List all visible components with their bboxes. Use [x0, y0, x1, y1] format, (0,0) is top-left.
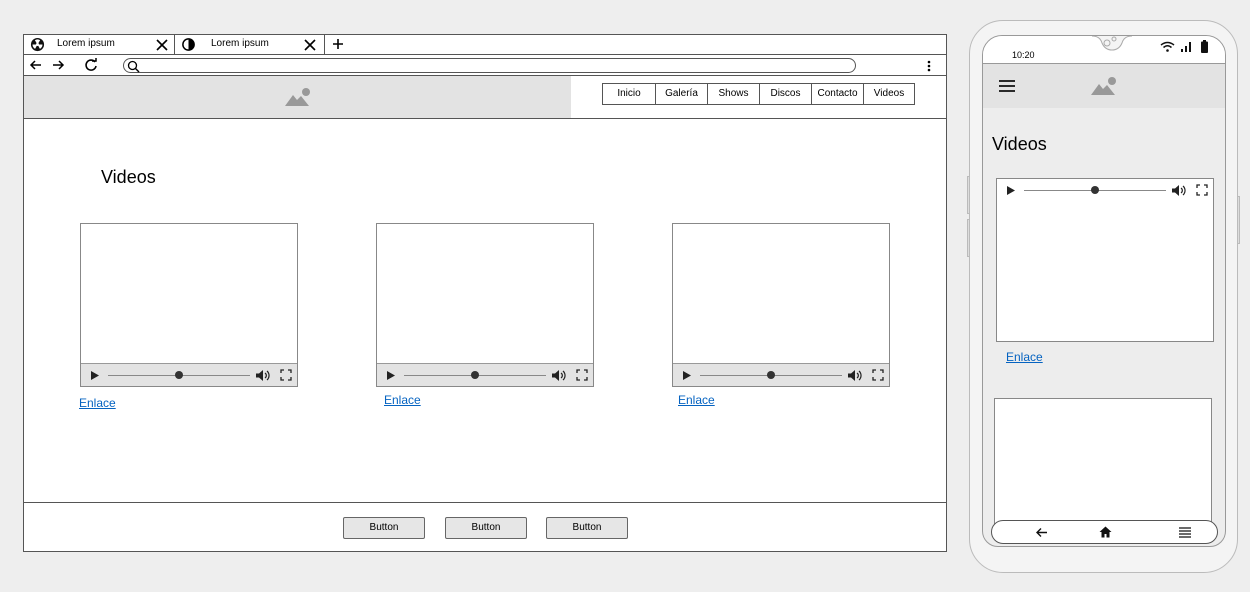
nav-item-shows[interactable]: Shows	[707, 84, 759, 104]
phone-frame: 10:20 Videos Enlace	[967, 20, 1240, 573]
tab-bar: Lorem ipsum Lorem ipsum	[24, 35, 946, 55]
tab-label: Lorem ipsum	[57, 38, 115, 49]
contrast-icon	[182, 38, 195, 51]
browser-window: Lorem ipsum Lorem ipsum Inicio Galería S…	[23, 34, 947, 552]
reload-icon[interactable]	[83, 57, 99, 73]
play-icon[interactable]	[682, 370, 692, 381]
nav-item-inicio[interactable]: Inicio	[603, 84, 655, 104]
play-icon[interactable]	[90, 370, 100, 381]
more-menu-icon[interactable]	[922, 58, 936, 74]
status-time: 10:20	[1012, 50, 1035, 60]
video-link[interactable]: Enlace	[678, 393, 715, 407]
new-tab-icon[interactable]	[331, 36, 345, 52]
browser-tab-1[interactable]: Lorem ipsum	[24, 35, 175, 54]
phone-side-button	[967, 219, 970, 257]
phone-side-button	[967, 176, 970, 214]
volume-icon[interactable]	[255, 369, 270, 382]
back-arrow-icon[interactable]	[1036, 527, 1048, 538]
address-bar	[24, 55, 946, 76]
recent-apps-icon[interactable]	[1179, 527, 1191, 538]
fullscreen-icon[interactable]	[1196, 184, 1208, 196]
image-placeholder-icon	[1091, 77, 1116, 95]
logo-placeholder	[24, 76, 571, 118]
site-header: Inicio Galería Shows Discos Contacto Vid…	[24, 76, 946, 119]
signal-icon	[1181, 42, 1191, 52]
video-controls	[673, 363, 889, 386]
android-nav-bar	[991, 520, 1218, 544]
video-link[interactable]: Enlace	[384, 393, 421, 407]
volume-icon[interactable]	[1171, 184, 1186, 197]
site-footer: Button Button Button	[24, 502, 946, 551]
fullscreen-icon[interactable]	[280, 369, 292, 381]
progress-knob[interactable]	[471, 371, 479, 379]
browser-tab-2[interactable]: Lorem ipsum	[175, 35, 325, 54]
video-controls	[81, 363, 297, 386]
home-icon[interactable]	[1099, 526, 1112, 538]
video-controls	[377, 363, 593, 386]
phone-screen: 10:20 Videos Enlace	[982, 35, 1226, 547]
image-placeholder-icon	[285, 88, 310, 106]
volume-icon[interactable]	[847, 369, 862, 382]
progress-knob[interactable]	[767, 371, 775, 379]
nav-item-discos[interactable]: Discos	[759, 84, 811, 104]
phone-page-title: Videos	[992, 134, 1047, 154]
progress-knob[interactable]	[1091, 186, 1099, 194]
tab-label: Lorem ipsum	[211, 38, 269, 49]
volume-icon[interactable]	[551, 369, 566, 382]
nav-item-galeria[interactable]: Galería	[655, 84, 707, 104]
camera-notch	[1092, 36, 1132, 51]
nav-item-contacto[interactable]: Contacto	[811, 84, 863, 104]
close-icon[interactable]	[303, 38, 317, 52]
status-bar: 10:20	[983, 36, 1225, 64]
video-link[interactable]: Enlace	[1006, 350, 1043, 364]
video-player[interactable]	[994, 398, 1212, 538]
radiation-icon	[30, 37, 45, 52]
video-player[interactable]	[672, 223, 890, 387]
search-icon	[127, 60, 140, 73]
phone-app-header	[983, 64, 1225, 108]
close-icon[interactable]	[155, 38, 169, 52]
video-player[interactable]	[376, 223, 594, 387]
battery-icon	[1201, 40, 1208, 53]
video-link[interactable]: Enlace	[79, 396, 116, 410]
video-player[interactable]	[80, 223, 298, 387]
footer-button-1[interactable]: Button	[343, 517, 425, 539]
progress-knob[interactable]	[175, 371, 183, 379]
main-nav: Inicio Galería Shows Discos Contacto Vid…	[602, 83, 915, 105]
forward-arrow-icon[interactable]	[50, 57, 66, 73]
play-icon[interactable]	[1006, 185, 1016, 196]
page-title: Videos	[101, 167, 156, 187]
video-player[interactable]	[996, 178, 1214, 342]
hamburger-menu-icon[interactable]	[999, 80, 1015, 92]
footer-button-2[interactable]: Button	[445, 517, 527, 539]
url-input[interactable]	[123, 58, 856, 73]
wifi-icon	[1160, 41, 1175, 52]
nav-item-videos[interactable]: Videos	[863, 84, 914, 104]
fullscreen-icon[interactable]	[576, 369, 588, 381]
footer-button-3[interactable]: Button	[546, 517, 628, 539]
play-icon[interactable]	[386, 370, 396, 381]
back-arrow-icon[interactable]	[28, 57, 44, 73]
fullscreen-icon[interactable]	[872, 369, 884, 381]
phone-power-button	[1237, 196, 1240, 244]
